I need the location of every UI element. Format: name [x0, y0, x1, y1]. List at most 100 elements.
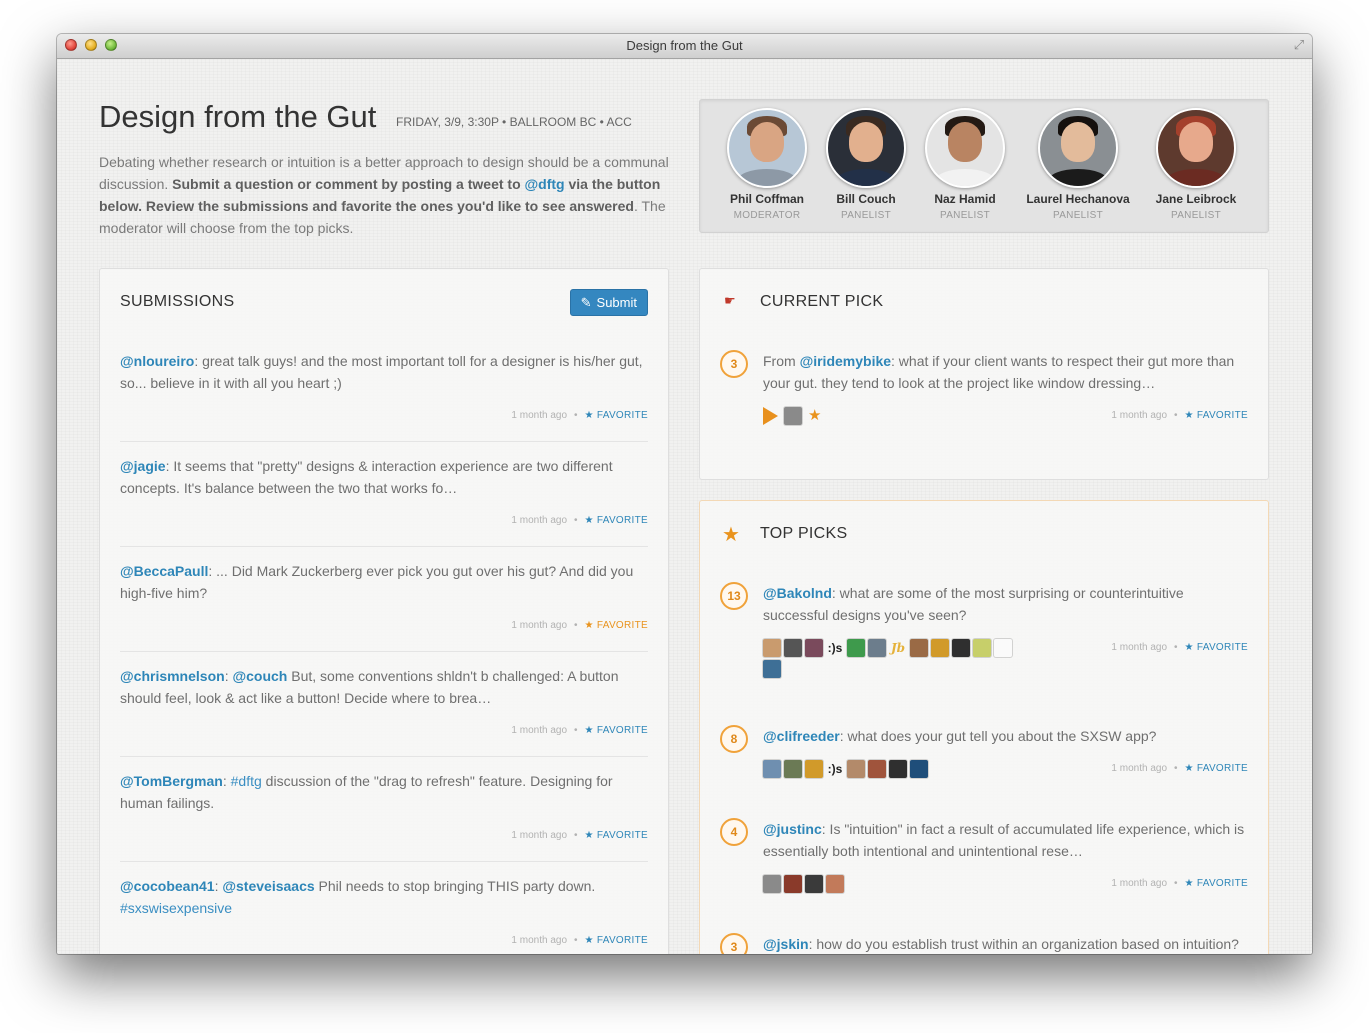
- pick-meta: 1 month ago • ★ FAVORITE: [1111, 642, 1248, 653]
- voter-avatar[interactable]: [826, 875, 844, 893]
- panelists: Phil Coffman MODERATOR Bill Couch PANELI…: [699, 99, 1269, 233]
- tweet-user-link[interactable]: @iridemybike: [800, 353, 891, 369]
- timestamp: 1 month ago: [1111, 642, 1168, 653]
- intro-text: Debating whether research or intuition i…: [99, 151, 679, 239]
- favorite-button[interactable]: ★ FAVORITE: [1185, 642, 1248, 653]
- avatar: [727, 108, 807, 188]
- voter-avatar[interactable]: [763, 639, 781, 657]
- dftg-link[interactable]: @dftg: [525, 176, 565, 192]
- from-label: From: [763, 353, 800, 369]
- play-icon[interactable]: [763, 407, 778, 425]
- vote-count-badge: 8: [720, 725, 748, 753]
- panelist-name: Phil Coffman: [730, 192, 804, 206]
- voter-avatar[interactable]: [868, 639, 886, 657]
- tweet-user-link[interactable]: @chrismnelson: [120, 668, 225, 684]
- panelist-role: PANELIST: [1170, 210, 1221, 221]
- vote-count-badge: 4: [720, 818, 748, 846]
- favorite-button[interactable]: ★ FAVORITE: [585, 410, 648, 421]
- voter-avatar[interactable]: [805, 639, 823, 657]
- voter-avatar[interactable]: [973, 639, 991, 657]
- voter-avatar[interactable]: [847, 639, 865, 657]
- mention-link[interactable]: @steveisaacs: [222, 878, 314, 894]
- voter-avatar[interactable]: [763, 760, 781, 778]
- panelist[interactable]: Phil Coffman MODERATOR: [724, 108, 810, 221]
- voter-avatar[interactable]: [763, 875, 781, 893]
- voter-avatar[interactable]: [889, 760, 907, 778]
- submission-item: @jagie: It seems that "pretty" designs &…: [120, 455, 648, 499]
- voter-avatar[interactable]: Jb: [889, 639, 907, 657]
- submission-item: @TomBergman: #dftg discussion of the "dr…: [120, 770, 648, 814]
- pointing-hand-icon: ☛: [724, 293, 736, 308]
- voter-avatars: [763, 875, 1018, 893]
- top-pick-item: @jskin: how do you establish trust withi…: [763, 933, 1248, 954]
- panelist[interactable]: Naz Hamid PANELIST: [922, 108, 1008, 221]
- voter-avatar[interactable]: [784, 407, 802, 425]
- tweet-text: : what does your gut tell you about the …: [839, 728, 1157, 744]
- window-title: Design from the Gut: [626, 38, 743, 53]
- voter-avatar[interactable]: [910, 760, 928, 778]
- divider: [120, 651, 648, 652]
- tweet-text: :: [222, 773, 231, 789]
- panelist[interactable]: Bill Couch PANELIST: [823, 108, 909, 221]
- event-meta: FRIDAY, 3/9, 3:30P • BALLROOM BC • ACC: [396, 115, 632, 129]
- panelist[interactable]: Jane Leibrock PANELIST: [1148, 108, 1244, 221]
- favorite-label: FAVORITE: [1196, 410, 1248, 421]
- tweet-user-link[interactable]: @justinc: [763, 821, 822, 837]
- submission-meta: 1 month ago • ★ FAVORITE: [511, 515, 648, 526]
- favorite-button[interactable]: ★ FAVORITE: [1185, 763, 1248, 774]
- voter-avatars: :)s: [763, 760, 1018, 778]
- hashtag-link[interactable]: #dftg: [231, 773, 262, 789]
- submit-button[interactable]: ✎ Submit: [569, 289, 648, 316]
- voter-avatar[interactable]: [784, 875, 802, 893]
- voter-avatar[interactable]: [994, 639, 1012, 657]
- favorite-button[interactable]: ★ FAVORITE: [585, 620, 648, 631]
- favorite-button[interactable]: ★ FAVORITE: [1185, 878, 1248, 889]
- tweet-user-link[interactable]: @cocobean41: [120, 878, 215, 894]
- favorite-label: FAVORITE: [596, 515, 648, 526]
- submission-item: @BeccaPaull: ... Did Mark Zuckerberg eve…: [120, 560, 648, 604]
- tweet-user-link[interactable]: @jskin: [763, 936, 809, 952]
- favorite-button[interactable]: ★ FAVORITE: [585, 935, 648, 946]
- tweet-text: : great talk guys! and the most importan…: [120, 353, 643, 391]
- panelist-name: Naz Hamid: [934, 192, 996, 206]
- favorite-button[interactable]: ★ FAVORITE: [585, 830, 648, 841]
- panelist-name: Jane Leibrock: [1155, 192, 1237, 206]
- top-picks-title: TOP PICKS: [760, 525, 848, 542]
- voter-avatar[interactable]: [763, 660, 781, 678]
- voter-avatar[interactable]: [805, 760, 823, 778]
- voter-avatar[interactable]: [952, 639, 970, 657]
- mention-link[interactable]: @couch: [232, 668, 287, 684]
- top-pick-item: @Bakolnd: what are some of the most surp…: [763, 582, 1248, 678]
- voter-avatar[interactable]: :)s: [826, 760, 844, 778]
- divider: [120, 546, 648, 547]
- page-content: Design from the Gut FRIDAY, 3/9, 3:30P •…: [57, 59, 1312, 954]
- voter-avatar[interactable]: [805, 875, 823, 893]
- divider: [120, 756, 648, 757]
- voter-avatar[interactable]: [847, 760, 865, 778]
- submission-meta: 1 month ago • ★ FAVORITE: [511, 410, 648, 421]
- favorite-button[interactable]: ★ FAVORITE: [585, 515, 648, 526]
- tweet-user-link[interactable]: @TomBergman: [120, 773, 223, 789]
- tweet-user-link[interactable]: @nloureiro: [120, 353, 194, 369]
- voter-avatar[interactable]: [784, 760, 802, 778]
- panelist[interactable]: Laurel Hechanova PANELIST: [1020, 108, 1136, 221]
- voter-avatar[interactable]: [931, 639, 949, 657]
- voter-avatar[interactable]: :)s: [826, 639, 844, 657]
- tweet-user-link[interactable]: @clifreeder: [763, 728, 840, 744]
- voter-avatar[interactable]: [784, 639, 802, 657]
- panelist-role: PANELIST: [939, 210, 990, 221]
- intro-bold: Submit a question or comment by posting …: [172, 176, 521, 192]
- voter-avatar[interactable]: [868, 760, 886, 778]
- favorite-label: FAVORITE: [1196, 878, 1248, 889]
- tweet-user-link[interactable]: @Bakolnd: [763, 585, 832, 601]
- hashtag-link[interactable]: #sxswisexpensive: [120, 900, 232, 916]
- voter-avatar[interactable]: [910, 639, 928, 657]
- submission-meta: 1 month ago • ★ FAVORITE: [511, 620, 648, 631]
- tweet-user-link[interactable]: @BeccaPaull: [120, 563, 208, 579]
- panelist-role: PANELIST: [1052, 210, 1103, 221]
- fullscreen-icon[interactable]: ⤢: [1292, 38, 1306, 52]
- favorite-button[interactable]: ★ FAVORITE: [585, 725, 648, 736]
- favorite-label: FAVORITE: [596, 830, 648, 841]
- favorite-button[interactable]: ★ FAVORITE: [1185, 410, 1248, 421]
- tweet-user-link[interactable]: @jagie: [120, 458, 166, 474]
